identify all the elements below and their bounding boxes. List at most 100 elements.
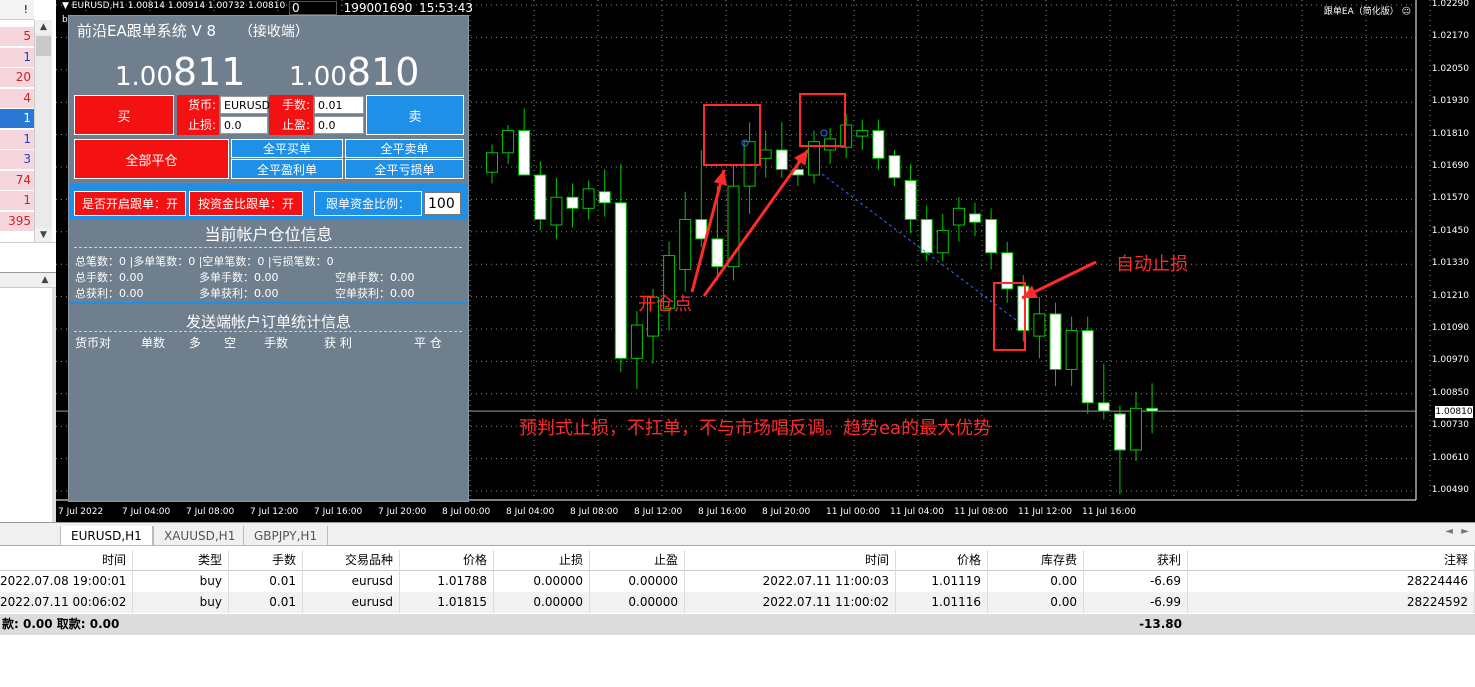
- candle-bull: [630, 324, 643, 359]
- table-cell: 2022.07.11 11:00:02: [685, 592, 896, 613]
- candle-bull: [936, 230, 949, 254]
- tab-scroll-left-icon[interactable]: ◄: [1445, 526, 1453, 537]
- candle-bull: [486, 152, 498, 173]
- time-tick-label: 7 Jul 20:00: [378, 507, 427, 517]
- price-chart[interactable]: ▼ EURUSD,H1 1.00814 1.00914 1.00732 1.00…: [56, 0, 1475, 522]
- stats-total-lots: 总手数：0.00: [75, 271, 144, 284]
- price-tick-label: 1.00610: [1431, 452, 1469, 463]
- currency-label: 货币:: [177, 95, 219, 115]
- close-loss-button[interactable]: 全平亏损单: [345, 159, 464, 179]
- time-tick-label: 7 Jul 08:00: [186, 507, 235, 517]
- list-item[interactable]: 395: [0, 211, 34, 232]
- list-item[interactable]: 1: [0, 109, 34, 129]
- tab-chart[interactable]: EURUSD,H1: [60, 526, 153, 546]
- candle-bear: [1049, 313, 1062, 370]
- time-tick-label: 8 Jul 08:00: [570, 507, 619, 517]
- list-item[interactable]: 74: [0, 170, 34, 191]
- chart-field-time: 15:53:43: [419, 1, 473, 15]
- follow-toggle-button[interactable]: 是否开启跟单：开: [74, 191, 186, 216]
- candle-bull: [1130, 407, 1142, 451]
- candle-bear: [920, 218, 933, 254]
- table-row[interactable]: 2022.07.08 19:00:01 buy 0.01 eurusd 1.01788 0…: [0, 571, 1475, 592]
- close-sell-button[interactable]: 全平卖单: [345, 139, 464, 158]
- price-tick-label: 1.00730: [1431, 420, 1469, 431]
- close-all-button[interactable]: 全部平仓: [74, 139, 229, 179]
- tab-chart[interactable]: GBPJPY,H1: [243, 526, 329, 546]
- scroll-up-arrow-icon[interactable]: ▲: [38, 274, 52, 287]
- time-tick-label: 7 Jul 12:00: [250, 507, 299, 517]
- time-tick-label: 8 Jul 20:00: [762, 507, 811, 517]
- table-cell: 交易品种: [303, 550, 400, 571]
- lots-input[interactable]: 0.01: [314, 96, 364, 114]
- list-item[interactable]: 20: [0, 68, 34, 88]
- candle-bear: [1113, 413, 1126, 451]
- table-cell: 1.01788: [400, 571, 494, 592]
- sl-input[interactable]: 0.0: [220, 116, 268, 134]
- ratio-input[interactable]: 100: [424, 192, 461, 215]
- chart-down-arrow-icon: ▼: [62, 1, 69, 11]
- candle-bear: [872, 130, 885, 159]
- stats-total-profit: 总获利：0.00: [75, 287, 144, 300]
- price-tick-label: 1.02290: [1431, 0, 1469, 9]
- sender-header: 多: [189, 336, 202, 350]
- table-row[interactable]: 2022.07.11 00:06:02 buy 0.01 eurusd 1.01815 0…: [0, 592, 1475, 613]
- account-section-title: 当前帐户仓位信息: [204, 225, 333, 244]
- price-tick-label: 1.01570: [1431, 193, 1469, 204]
- price-tick-label: 1.00970: [1431, 355, 1469, 366]
- currency-input[interactable]: EURUSD: [220, 96, 270, 114]
- scroll-down-arrow-icon[interactable]: ▼: [35, 228, 52, 242]
- chart-symbol-line: EURUSD,H1 1.00814 1.00914 1.00732 1.0081…: [71, 1, 286, 11]
- close-profit-button[interactable]: 全平盈利单: [231, 159, 343, 179]
- table-cell: 获利: [1084, 550, 1188, 571]
- total-profit: -13.80: [1139, 617, 1182, 631]
- table-cell: 类型: [133, 550, 229, 571]
- close-buy-button[interactable]: 全平买单: [231, 139, 343, 158]
- tab-chart[interactable]: XAUUSD,H1: [153, 526, 247, 546]
- list-item[interactable]: 1: [0, 47, 34, 68]
- bid-price: 1.00811: [115, 50, 246, 94]
- candle-bull: [824, 138, 837, 151]
- candle-bear: [985, 218, 998, 254]
- scroll-thumb[interactable]: [36, 36, 51, 56]
- ratio-label: 跟单资金比例：: [314, 191, 422, 216]
- scroll-up-arrow-icon[interactable]: ▲: [35, 20, 52, 34]
- navigator-header: ▲: [0, 272, 56, 288]
- candle-bear: [534, 174, 547, 220]
- table-cell: 时间: [685, 550, 896, 571]
- candle-bear: [518, 130, 531, 176]
- stats-long-profit: 多单获利：0.00: [199, 287, 279, 300]
- balance-summary: 款: 0.00 取款: 0.00: [2, 617, 120, 631]
- table-cell: 0.00000: [590, 571, 685, 592]
- table-cell: 2022.07.08 19:00:01: [0, 571, 133, 592]
- stats-short-lots: 空单手数：0.00: [335, 271, 415, 284]
- tab-scroll-right-icon[interactable]: ►: [1461, 526, 1469, 537]
- list-item[interactable]: 5: [0, 27, 34, 47]
- table-cell: 0.01: [229, 592, 303, 613]
- table-cell: 2022.07.11 11:00:03: [685, 571, 896, 592]
- candle-bull: [1033, 313, 1046, 337]
- table-cell: 28224592: [1188, 592, 1475, 613]
- buy-button[interactable]: 买: [74, 95, 174, 135]
- list-item[interactable]: 1: [0, 191, 34, 211]
- price-tick-label: 1.01090: [1431, 323, 1469, 333]
- tp-input[interactable]: 0.0: [314, 116, 364, 134]
- tp-label: 止盈:: [269, 115, 313, 135]
- price-tick-label: 1.02050: [1431, 63, 1469, 74]
- market-watch-list: ! 5 1 20 4 1 1 3 74 1 395 ▲ ▼ ▲: [0, 0, 56, 522]
- list-header[interactable]: !: [0, 0, 34, 20]
- table-cell: buy: [133, 571, 229, 592]
- table-cell: 0.00000: [590, 592, 685, 613]
- table-cell: 1.01815: [400, 592, 494, 613]
- table-cell: 止损: [494, 550, 590, 571]
- table-cell: 时间: [0, 550, 133, 571]
- list-scrollbar[interactable]: ▲ ▼: [34, 20, 52, 242]
- table-total-row: 款: 0.00 取款: 0.00 -13.80: [0, 614, 1475, 635]
- candle-bear: [1146, 407, 1159, 412]
- ratio-toggle-button[interactable]: 按资金比跟单：开: [189, 191, 303, 216]
- table-cell: 0.00: [988, 571, 1084, 592]
- candle-bear: [1097, 402, 1110, 412]
- list-item[interactable]: 4: [0, 88, 34, 109]
- list-item[interactable]: 1: [0, 129, 34, 150]
- sell-button[interactable]: 卖: [366, 95, 464, 135]
- list-item[interactable]: 3: [0, 150, 34, 170]
